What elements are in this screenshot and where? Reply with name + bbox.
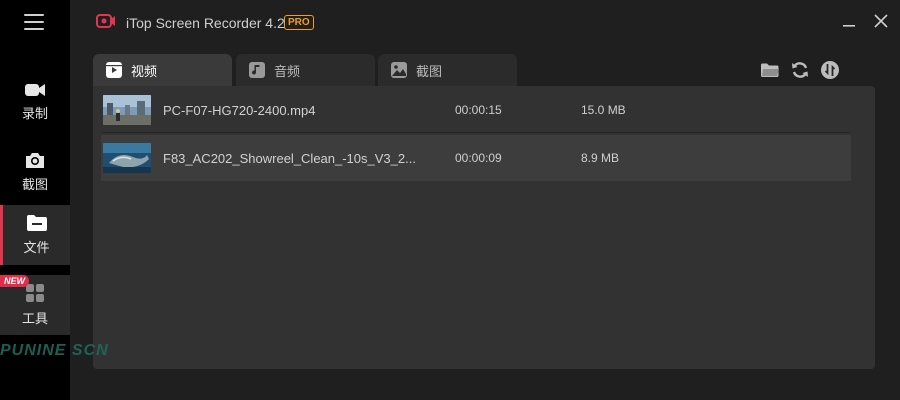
image-icon <box>391 62 407 78</box>
file-name: F83_AC202_Showreel_Clean_-10s_V3_2... <box>163 150 416 166</box>
watermark-text: PUNINE SCN <box>0 342 109 359</box>
refresh-icon[interactable] <box>790 60 810 80</box>
sidebar: 录制 截图 文件 NEW 工具 <box>0 0 70 400</box>
sidebar-item-label: 文件 <box>23 241 50 256</box>
sidebar-item-tools[interactable]: NEW 工具 <box>0 275 70 335</box>
sidebar-item-screenshot[interactable]: 截图 <box>0 142 70 202</box>
file-size: 8.9 MB <box>581 151 620 165</box>
music-note-icon <box>249 62 265 78</box>
sidebar-item-label: 录制 <box>21 107 48 122</box>
app-logo-icon <box>96 14 115 28</box>
table-row[interactable]: F83_AC202_Showreel_Clean_-10s_V3_2... 00… <box>101 135 851 181</box>
video-thumbnail <box>103 143 151 173</box>
file-list-panel: PC-F07-HG720-2400.mp4 00:00:15 15.0 MB F… <box>93 86 875 369</box>
grid-icon <box>26 284 44 302</box>
compress-icon[interactable] <box>820 60 840 80</box>
new-badge: NEW <box>0 275 29 287</box>
app-title: iTop Screen Recorder 4.2 <box>126 15 285 31</box>
file-name: PC-F07-HG720-2400.mp4 <box>163 102 316 118</box>
video-thumbnail <box>103 95 151 125</box>
video-tab-icon <box>106 62 122 78</box>
tab-label: 视频 <box>131 64 158 80</box>
tab-audio[interactable]: 音频 <box>236 54 375 86</box>
camera-icon <box>26 153 44 168</box>
row-divider <box>101 132 851 133</box>
sidebar-item-files[interactable]: 文件 <box>0 205 70 265</box>
pro-badge: PRO <box>284 15 314 30</box>
title-bar: iTop Screen Recorder 4.2 PRO <box>70 0 900 44</box>
tab-label: 截图 <box>416 64 443 80</box>
folder-icon <box>26 215 47 231</box>
file-duration: 00:00:09 <box>455 151 502 165</box>
open-folder-icon[interactable] <box>760 60 780 80</box>
sidebar-item-label: 截图 <box>21 178 48 193</box>
tab-label: 音频 <box>274 64 301 80</box>
watermark: PUNINE SCN <box>0 342 170 372</box>
file-size: 15.0 MB <box>581 103 626 117</box>
video-camera-icon <box>25 84 45 96</box>
file-duration: 00:00:15 <box>455 103 502 117</box>
tab-video[interactable]: 视频 <box>93 54 232 86</box>
minimize-icon[interactable] <box>840 12 858 30</box>
tab-screenshot[interactable]: 截图 <box>378 54 517 86</box>
sidebar-item-record[interactable]: 录制 <box>0 72 70 132</box>
close-icon[interactable] <box>872 12 890 30</box>
table-row[interactable]: PC-F07-HG720-2400.mp4 00:00:15 15.0 MB <box>101 87 851 133</box>
app-window: 录制 截图 文件 NEW 工具 iTop Screen Recorder 4.2… <box>0 0 900 400</box>
menu-icon[interactable] <box>24 14 44 32</box>
sidebar-item-label: 工具 <box>21 312 48 327</box>
